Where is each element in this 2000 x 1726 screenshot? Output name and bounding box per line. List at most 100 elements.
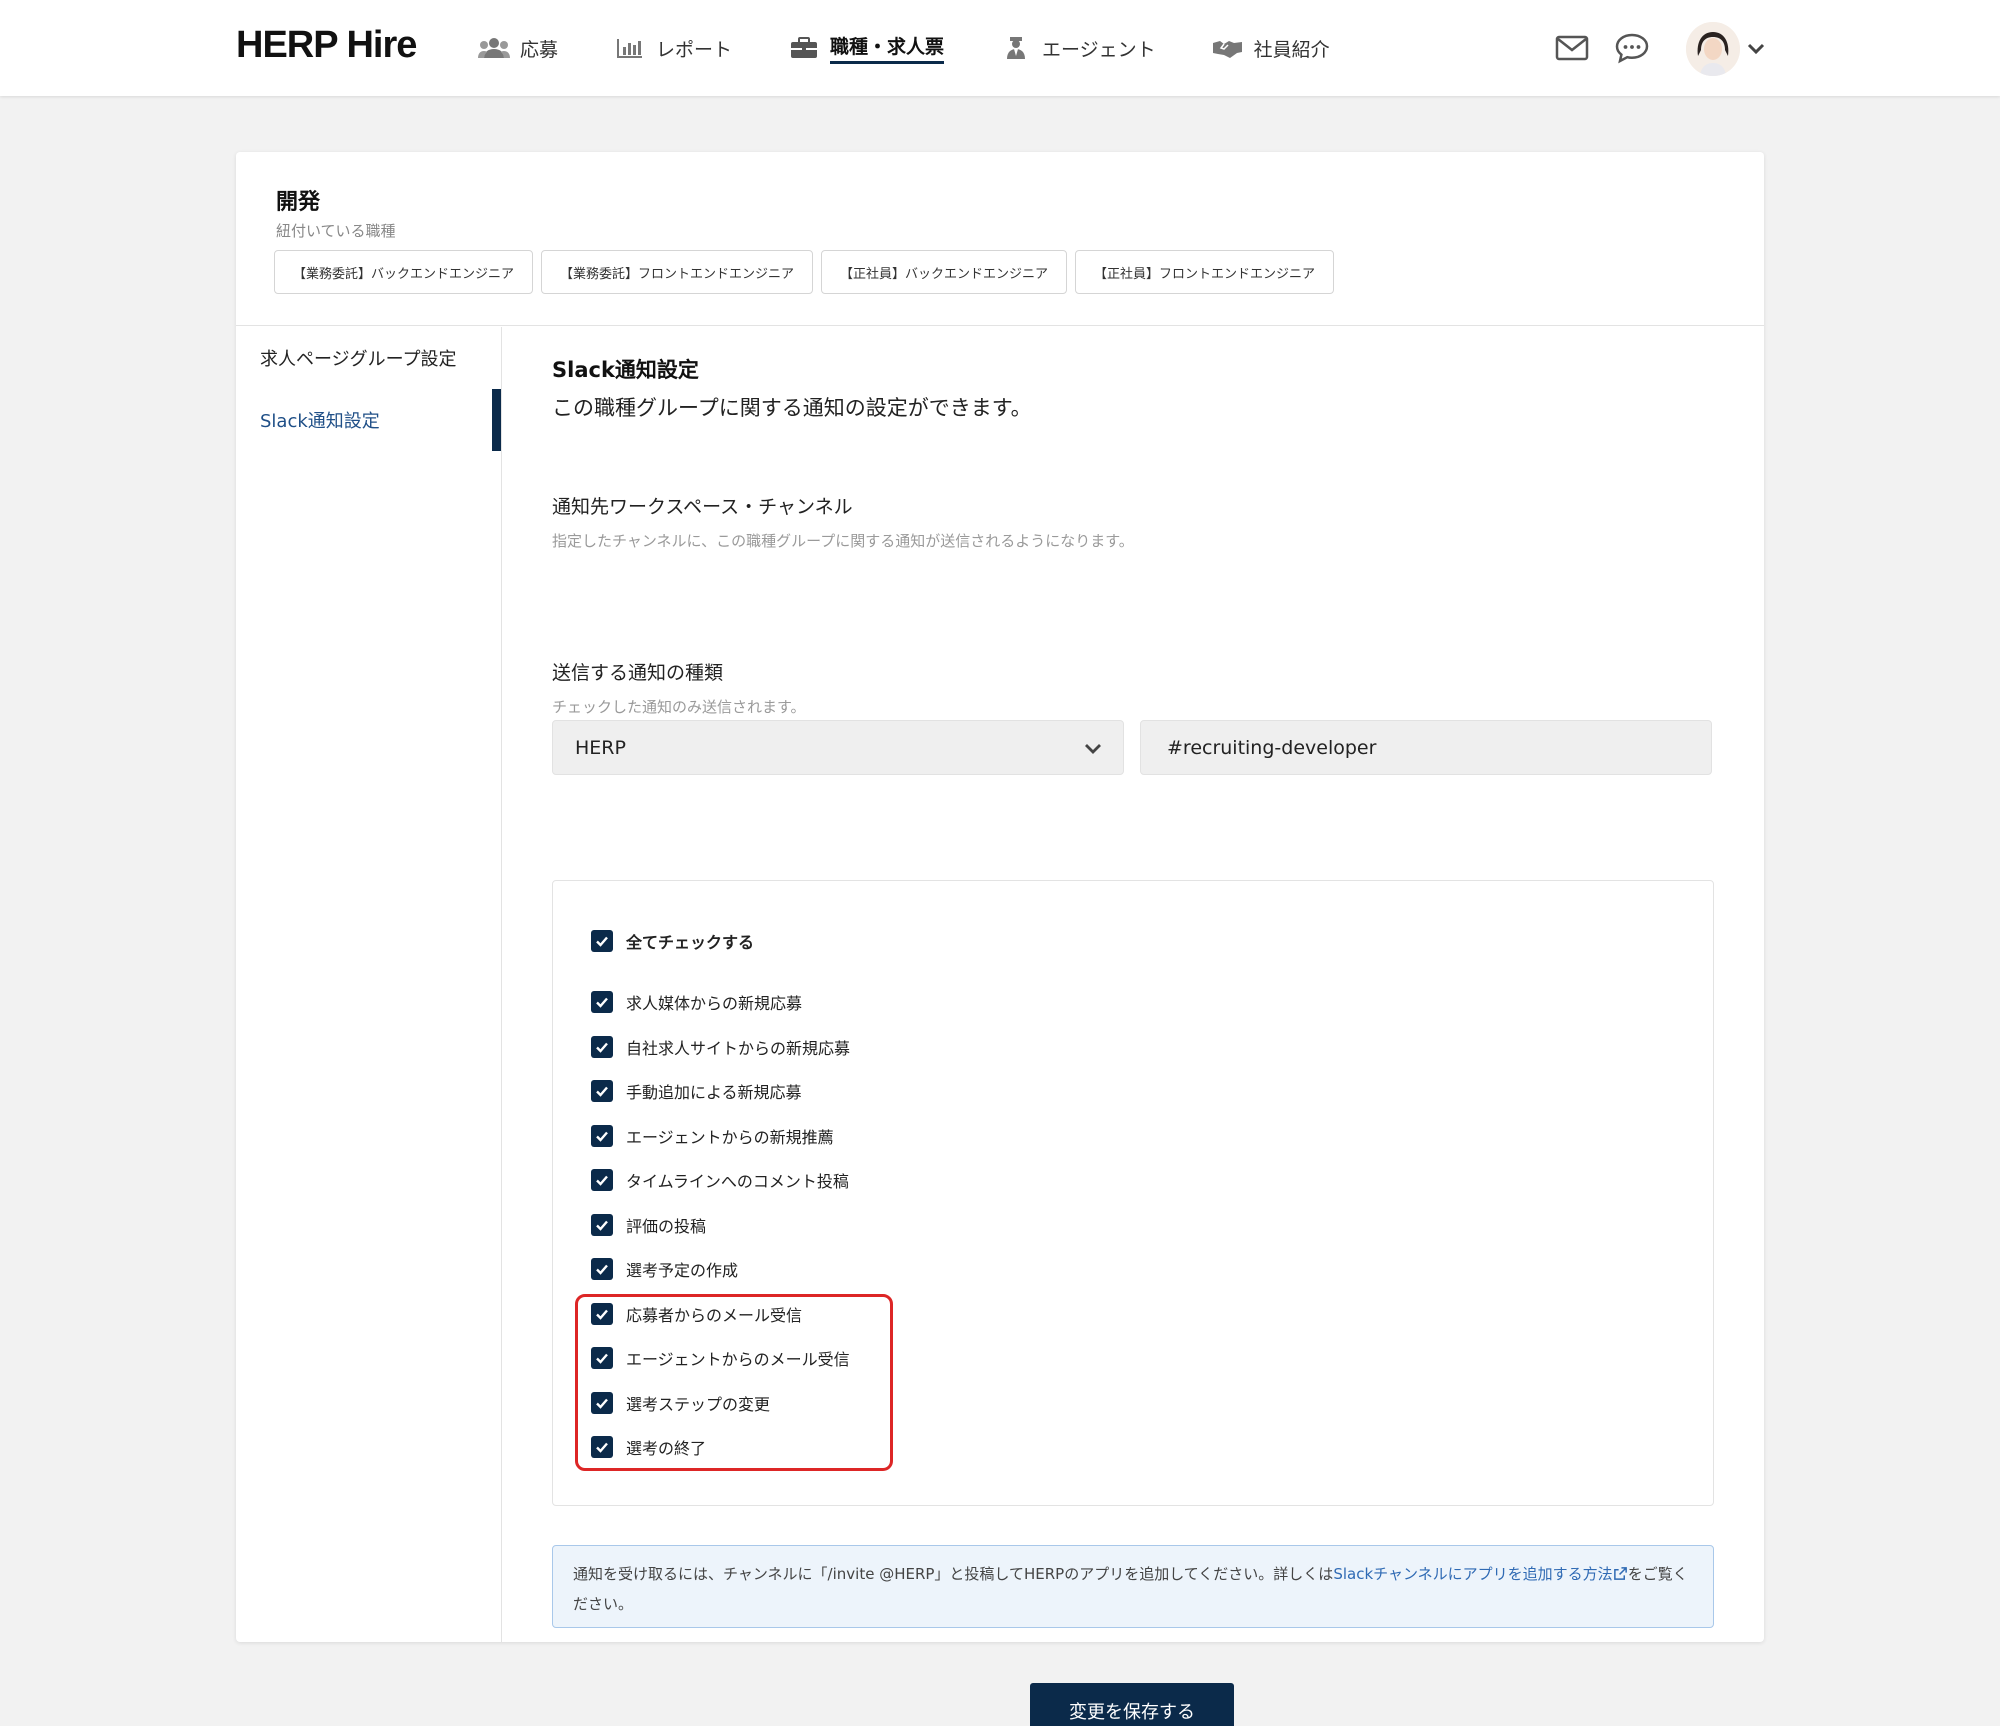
checkbox-checked[interactable] (591, 991, 613, 1013)
main-nav: 応募 レポート 職種・求人票 エージェント 社員紹介 (478, 0, 1386, 96)
check-label: 選考ステップの変更 (626, 1395, 771, 1414)
nav-item-referrals[interactable]: 社員紹介 (1212, 0, 1330, 96)
nav-item-reports[interactable]: レポート (614, 0, 732, 96)
check-label: 応募者からのメール受信 (626, 1306, 803, 1325)
group-title: 開発 (276, 190, 321, 215)
notification-types: 全てチェックする 求人媒体からの新規応募 自社求人サイトからの新規応募 手動追加… (552, 880, 1714, 1506)
check-icon (596, 1264, 608, 1275)
check-icon (596, 1309, 608, 1320)
side-menu: 求人ページグループ設定 Slack通知設定 (236, 327, 502, 1642)
checkbox-checked[interactable] (591, 1036, 613, 1058)
external-link-icon (1613, 1567, 1627, 1580)
checkbox-checked[interactable] (591, 1169, 613, 1191)
check-item[interactable]: 選考の終了 (591, 1435, 706, 1459)
section-title: Slack通知設定 (552, 358, 699, 382)
active-indicator (492, 389, 501, 451)
check-icon (596, 997, 608, 1008)
linked-jobs-label: 紐付いている職種 (276, 222, 396, 240)
user-photo-icon (1686, 22, 1740, 76)
info-text: 通知を受け取るには、チャンネルに「/invite @HERP」と投稿してHERP… (573, 1565, 1334, 1583)
checkbox-checked[interactable] (591, 1080, 613, 1102)
workspace-value: HERP (575, 736, 626, 759)
nav-label: レポート (656, 38, 733, 61)
check-all[interactable]: 全てチェックする (591, 929, 754, 953)
check-label: タイムラインへのコメント投稿 (626, 1172, 849, 1191)
avatar[interactable] (1686, 22, 1740, 76)
help-link[interactable]: Slackチャンネルにアプリを追加する方法 (1333, 1565, 1627, 1583)
check-item[interactable]: エージェントからの新規推薦 (591, 1124, 834, 1148)
check-icon (596, 1220, 608, 1231)
job-chip[interactable]: 【業務委託】フロントエンドエンジニア (541, 250, 814, 294)
side-item-slack[interactable]: Slack通知設定 (260, 407, 380, 433)
check-label: 選考予定の作成 (626, 1261, 739, 1280)
check-icon (596, 1131, 608, 1142)
nav-item-agents[interactable]: エージェント (1000, 0, 1156, 96)
chevron-down-icon (1085, 744, 1101, 754)
chat-icon[interactable] (1614, 30, 1650, 66)
nav-item-applications[interactable]: 応募 (478, 0, 558, 96)
side-item-job-page-group[interactable]: 求人ページグループ設定 (260, 345, 457, 371)
check-icon (596, 936, 608, 947)
job-chip[interactable]: 【業務委託】バックエンドエンジニア (274, 250, 534, 294)
help-link-text: Slackチャンネルにアプリを追加する方法 (1333, 1565, 1613, 1583)
info-message: 通知を受け取るには、チャンネルに「/invite @HERP」と投稿してHERP… (552, 1545, 1714, 1628)
check-item[interactable]: エージェントからのメール受信 (591, 1346, 850, 1370)
check-icon (596, 1353, 608, 1364)
check-item[interactable]: 自社求人サイトからの新規応募 (591, 1035, 850, 1059)
nav-label: エージェント (1042, 38, 1156, 61)
check-label: 手動追加による新規応募 (626, 1083, 802, 1102)
channel-label: 通知先ワークスペース・チャンネル (552, 496, 853, 518)
check-item[interactable]: 手動追加による新規応募 (591, 1079, 802, 1103)
check-label: エージェントからの新規推薦 (626, 1128, 834, 1147)
job-chip[interactable]: 【正社員】バックエンドエンジニア (821, 250, 1068, 294)
check-item[interactable]: 選考ステップの変更 (591, 1391, 770, 1415)
nav-label: 応募 (520, 38, 559, 61)
nav-label: 職種・求人票 (830, 32, 945, 64)
check-icon (596, 1042, 608, 1053)
check-item[interactable]: 求人媒体からの新規応募 (591, 990, 802, 1014)
checkbox-checked[interactable] (591, 1214, 613, 1236)
checkbox-checked[interactable] (591, 1392, 613, 1414)
group-header: 開発 紐付いている職種 【業務委託】バックエンドエンジニア 【業務委託】フロント… (236, 152, 1764, 326)
check-item[interactable]: 選考予定の作成 (591, 1257, 738, 1281)
channel-input[interactable] (1140, 720, 1712, 775)
job-chip[interactable]: 【正社員】フロントエンドエンジニア (1075, 250, 1335, 294)
nav-label: 社員紹介 (1253, 38, 1330, 61)
users-icon (478, 38, 510, 58)
checkbox-checked[interactable] (591, 1303, 613, 1325)
logo[interactable]: HERP Hire (236, 24, 417, 67)
checkbox-checked[interactable] (591, 930, 613, 952)
check-label: 自社求人サイトからの新規応募 (626, 1039, 851, 1058)
checkbox-checked[interactable] (591, 1258, 613, 1280)
chevron-down-icon[interactable] (1744, 36, 1768, 60)
channel-help: 指定したチャンネルに、この職種グループに関する通知が送信されるようになります。 (552, 532, 1134, 550)
handshake-icon (1212, 41, 1242, 58)
check-item[interactable]: タイムラインへのコメント投稿 (591, 1168, 849, 1192)
agent-icon (1007, 37, 1026, 59)
section-description: この職種グループに関する通知の設定ができます。 (552, 396, 1032, 420)
check-label: 求人媒体からの新規応募 (626, 994, 803, 1013)
nav-item-jobs[interactable]: 職種・求人票 (788, 0, 945, 96)
types-help: チェックした通知のみ送信されます。 (552, 698, 806, 716)
chart-icon (617, 39, 643, 58)
save-button[interactable]: 変更を保存する (1030, 1683, 1234, 1726)
checkbox-checked[interactable] (591, 1436, 613, 1458)
top-header: HERP Hire 応募 レポート 職種・求人票 エージェント 社員紹介 (0, 0, 2000, 96)
check-item[interactable]: 応募者からのメール受信 (591, 1302, 802, 1326)
checkbox-checked[interactable] (591, 1347, 613, 1369)
check-label: 評価の投稿 (626, 1217, 707, 1236)
workspace-select[interactable]: HERP (552, 720, 1124, 775)
check-label: 全てチェックする (626, 933, 755, 952)
check-icon (596, 1086, 608, 1097)
briefcase-icon (791, 37, 818, 58)
check-icon (596, 1442, 608, 1453)
settings-card: 開発 紐付いている職種 【業務委託】バックエンドエンジニア 【業務委託】フロント… (236, 152, 1764, 1726)
checkbox-checked[interactable] (591, 1125, 613, 1147)
check-label: エージェントからのメール受信 (626, 1350, 850, 1369)
check-icon (596, 1175, 608, 1186)
check-item[interactable]: 評価の投稿 (591, 1213, 706, 1237)
mail-icon[interactable] (1554, 30, 1590, 66)
check-label: 選考の終了 (626, 1439, 707, 1458)
linked-job-chips: 【業務委託】バックエンドエンジニア 【業務委託】フロントエンドエンジニア 【正社… (274, 250, 1342, 294)
types-label: 送信する通知の種類 (552, 662, 724, 684)
